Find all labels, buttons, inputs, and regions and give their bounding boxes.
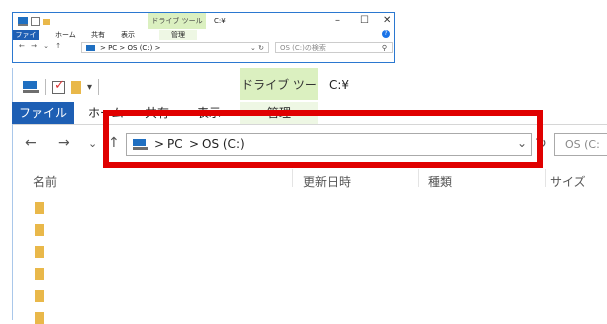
address-bar-highlight [103,110,543,168]
column-name[interactable]: 名前 [33,173,57,190]
thumbnail-tab-home[interactable]: ホーム [55,30,76,40]
pc-icon[interactable] [23,81,39,93]
column-type[interactable]: 種類 [428,173,452,190]
column-divider[interactable] [545,169,546,187]
search-input[interactable]: OS (C: [554,133,607,156]
folder-icon[interactable] [35,224,44,236]
thumbnail-title: C:¥ [214,17,226,25]
column-date[interactable]: 更新日時 [303,173,351,190]
explorer-window-zoomed: ▾ ドライブ ツール C:¥ ファイル ホーム 共有 表示 管理 ← → ⌄ ↑… [12,68,607,324]
thumbnail-drive-tools-label: ドライブ ツール [148,13,206,29]
folder-icon[interactable] [71,80,81,94]
thumbnail-address-bar[interactable]: > PC > OS (C:) > ⌄ ↻ [81,42,269,53]
forward-button[interactable]: → [58,135,70,151]
thumbnail-refresh-icon[interactable]: ⌄ ↻ [250,43,264,54]
divider [98,79,100,95]
thumbnail-tab-manage[interactable]: 管理 [159,30,197,40]
thumbnail-ribbon-tabs: ファイル ホーム 共有 表示 管理 ? [13,30,394,49]
folder-icon[interactable] [35,290,44,302]
tab-file[interactable]: ファイル [12,102,74,124]
pc-icon[interactable] [18,17,28,26]
window-title: C:¥ [329,78,350,92]
customize-dropdown-icon[interactable]: ▾ [87,82,92,93]
thumbnail-window: ドライブ ツール C:¥ – ☐ ✕ ファイル ホーム 共有 表示 管理 ? ←… [12,12,395,63]
divider [45,79,46,95]
checkbox-icon[interactable] [31,17,40,26]
quick-access-toolbar: ▾ [23,78,100,95]
column-size[interactable]: サイズ [550,173,586,190]
thumbnail-search-placeholder: OS (C:)の検索 [280,44,326,52]
pc-icon [86,45,95,51]
thumbnail-tab-view[interactable]: 表示 [121,30,135,40]
thumbnail-search-input[interactable]: OS (C:)の検索 ⚲ [275,42,393,53]
drive-tools-label: ドライブ ツール [240,68,318,126]
help-icon[interactable]: ? [382,30,390,38]
folder-icon[interactable] [35,312,44,324]
thumbnail-tab-file[interactable]: ファイル [13,30,39,49]
thumbnail-breadcrumb: > PC > OS (C:) > [100,44,161,52]
back-button[interactable]: ← [25,135,37,151]
recent-locations-button[interactable]: ⌄ [88,137,97,150]
maximize-icon[interactable]: ☐ [360,15,369,26]
thumbnail-titlebar: ドライブ ツール C:¥ – ☐ ✕ [13,13,394,30]
folder-icon[interactable] [35,246,44,258]
minimize-icon[interactable]: – [335,15,340,26]
checkbox-icon[interactable] [52,78,65,94]
search-icon[interactable]: ⚲ [382,43,387,54]
column-divider[interactable] [418,169,419,187]
folder-icon[interactable] [35,268,44,280]
column-divider[interactable] [292,169,293,187]
folder-icon[interactable] [43,18,50,25]
thumbnail-tab-share[interactable]: 共有 [91,30,105,40]
thumbnail-nav-buttons[interactable]: ← → ⌄ ↑ [19,42,63,50]
thumbnail-address-row: ← → ⌄ ↑ > PC > OS (C:) > ⌄ ↻ OS (C:)の検索 … [13,41,394,55]
thumbnail-quick-access [18,17,50,26]
folder-icon[interactable] [35,202,44,214]
close-icon[interactable]: ✕ [383,15,391,26]
